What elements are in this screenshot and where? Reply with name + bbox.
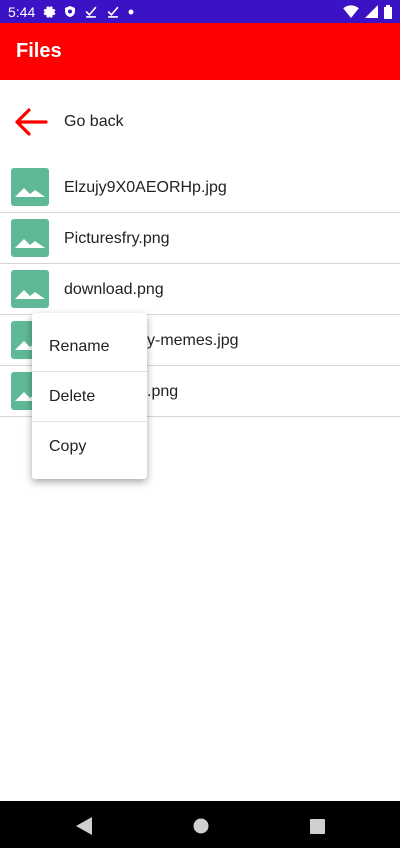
file-name: Picturesfry.png xyxy=(64,230,170,247)
image-icon xyxy=(11,219,49,262)
gear-icon xyxy=(43,5,56,18)
nav-bar xyxy=(0,801,400,848)
dot-icon xyxy=(128,9,134,15)
file-row[interactable]: download.png xyxy=(0,264,400,315)
back-icon[interactable] xyxy=(76,817,92,840)
check-icon xyxy=(106,5,120,18)
image-icon xyxy=(11,270,49,313)
file-name: .png xyxy=(147,383,179,400)
file-row[interactable]: Elzujy9X0AEORHp.jpg xyxy=(0,162,400,213)
file-name: y-memes.jpg xyxy=(147,332,239,349)
go-back-row[interactable]: Go back xyxy=(0,96,400,148)
shield-icon xyxy=(64,5,76,18)
status-right xyxy=(343,4,392,19)
menu-item-rename[interactable]: Rename xyxy=(32,322,147,372)
go-back-label: Go back xyxy=(64,113,124,130)
image-icon xyxy=(11,168,49,211)
battery-icon xyxy=(384,4,392,19)
status-time: 5:44 xyxy=(8,3,36,20)
app-title: Files xyxy=(16,40,62,62)
app-bar: Files xyxy=(0,23,400,80)
context-menu: Rename Delete Copy xyxy=(32,313,147,479)
status-bar: 5:44 xyxy=(0,0,400,23)
recents-icon[interactable] xyxy=(310,819,325,839)
status-left: 5:44 xyxy=(8,4,134,20)
menu-item-delete[interactable]: Delete xyxy=(32,372,147,422)
file-name: download.png xyxy=(64,281,164,298)
check-icon xyxy=(84,5,98,18)
file-row[interactable]: Picturesfry.png xyxy=(0,213,400,264)
menu-item-copy[interactable]: Copy xyxy=(32,422,147,472)
home-icon[interactable] xyxy=(193,818,209,839)
file-name: Elzujy9X0AEORHp.jpg xyxy=(64,179,227,196)
signal-icon xyxy=(365,5,378,18)
wifi-icon xyxy=(343,5,359,18)
arrow-left-icon xyxy=(12,106,48,143)
